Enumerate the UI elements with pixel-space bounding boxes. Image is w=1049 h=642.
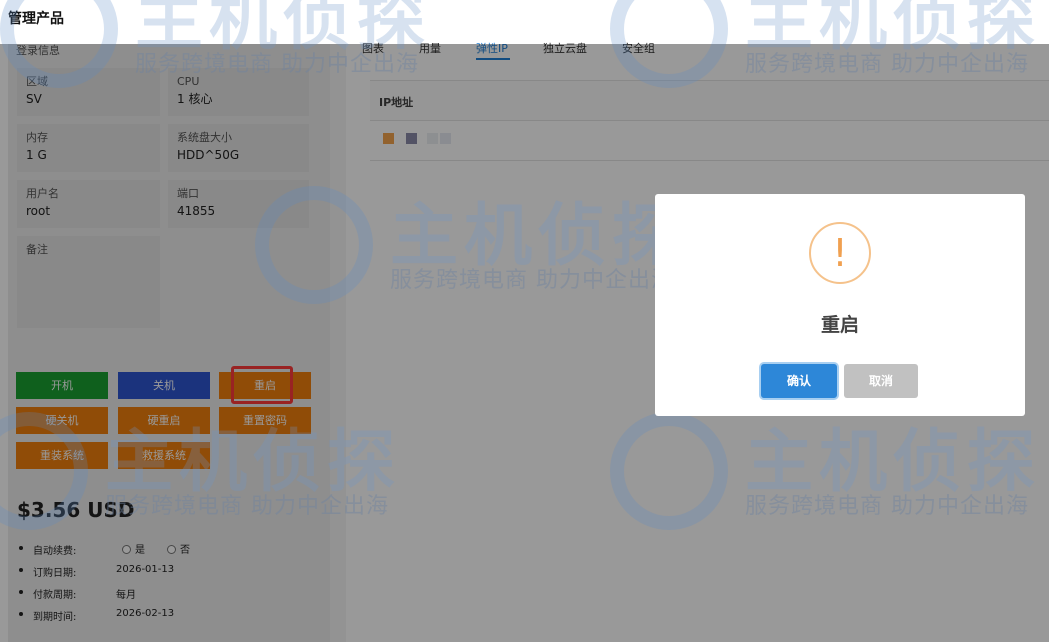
reboot-confirm-dialog: ! 重启 确认 取消: [655, 194, 1025, 416]
confirm-button[interactable]: 确认: [761, 364, 837, 398]
cancel-button[interactable]: 取消: [844, 364, 918, 398]
warning-icon: !: [809, 222, 871, 284]
page-title: 管理产品: [8, 11, 64, 27]
dialog-title: 重启: [820, 314, 859, 336]
top-bar: 管理产品: [0, 0, 1049, 44]
